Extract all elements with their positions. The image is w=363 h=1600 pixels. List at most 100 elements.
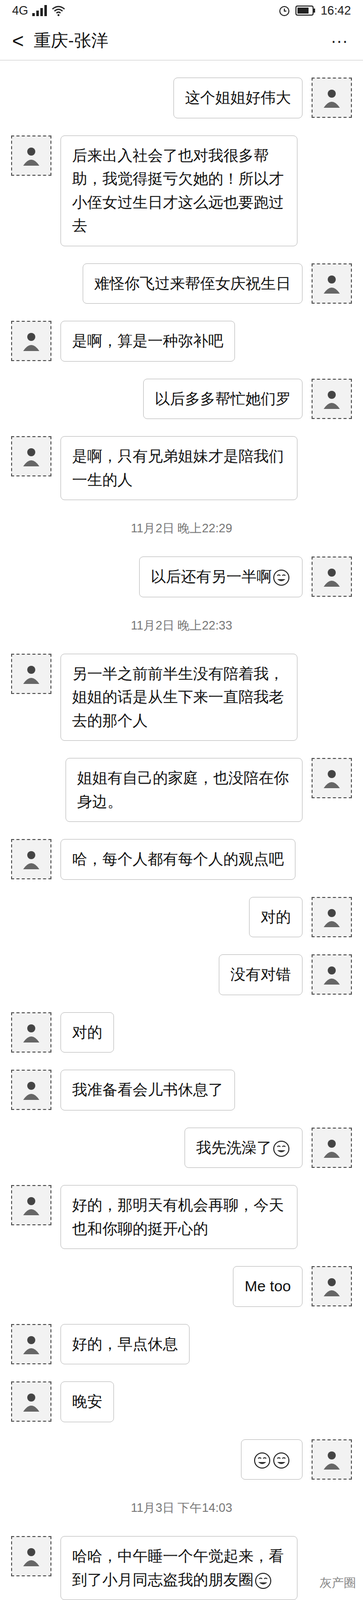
more-button[interactable]: ···	[327, 27, 351, 54]
emoji-icon	[253, 1453, 271, 1471]
message-row: 另一半之前前半生没有陪着我，姐姐的话是从生下来一直陪我老去的那个人	[0, 654, 363, 743]
signal-icon	[32, 5, 48, 17]
avatar-icon	[320, 964, 343, 987]
my-avatar[interactable]	[311, 955, 352, 996]
avatar-icon	[320, 566, 343, 589]
avatar-icon	[20, 1195, 43, 1218]
message-bubble[interactable]: 好的，早点休息	[60, 1325, 190, 1367]
emoji-icon	[272, 569, 290, 587]
avatar-icon	[20, 1334, 43, 1357]
my-avatar[interactable]	[311, 77, 352, 118]
message-bubble[interactable]: 我准备看会儿书休息了	[60, 1070, 235, 1112]
message-bubble[interactable]: 另一半之前前半生没有陪着我，姐姐的话是从生下来一直陪我老去的那个人	[60, 654, 298, 743]
avatar-icon	[20, 330, 43, 353]
message-row: 哈，每个人都有每个人的观点吧	[0, 839, 363, 881]
message-list: 这个姐姐好伟大后来出入社会了也对我很多帮助，我觉得挺亏欠她的！所以才小侄女过生日…	[0, 60, 363, 1600]
chat-title: 重庆-张洋	[33, 27, 108, 54]
avatar-icon	[20, 445, 43, 468]
message-bubble[interactable]: 好的，那明天有机会再聊，今天也和你聊的挺开心的	[60, 1186, 298, 1251]
avatar-icon	[320, 1276, 343, 1299]
contact-avatar[interactable]	[11, 1382, 52, 1424]
message-bubble[interactable]: 对的	[249, 897, 303, 939]
network-label: 4G	[12, 1, 29, 20]
avatar-icon	[20, 1022, 43, 1045]
message-bubble[interactable]: 没有对错	[218, 955, 303, 997]
timestamp: 11月2日 晚上22:29	[0, 517, 363, 540]
avatar-icon	[320, 388, 343, 411]
emoji-icon	[272, 1453, 290, 1471]
message-row: 以后多多帮忙她们罗	[0, 379, 363, 420]
my-avatar[interactable]	[311, 897, 352, 939]
contact-avatar[interactable]	[11, 1186, 52, 1227]
avatar-icon	[320, 272, 343, 295]
avatar-icon	[20, 1392, 43, 1415]
chat-header: < 重庆-张洋 ···	[0, 21, 363, 61]
avatar-icon	[20, 1079, 43, 1103]
contact-avatar[interactable]	[11, 1325, 52, 1366]
avatar-icon	[320, 906, 343, 930]
watermark: 灰产圈	[319, 1575, 356, 1594]
message-bubble[interactable]: 对的	[60, 1013, 114, 1055]
message-row: 姐姐有自己的家庭，也没陪在你身边。	[0, 758, 363, 823]
battery-icon	[295, 5, 316, 17]
message-bubble[interactable]: 哈，每个人都有每个人的观点吧	[60, 839, 296, 881]
message-row: 是啊，只有兄弟姐妹才是陪我们一生的人	[0, 436, 363, 501]
contact-avatar[interactable]	[11, 1070, 52, 1112]
avatar-icon	[320, 767, 343, 791]
chat-screen: 4G 16:42 < 重庆-张洋 ··· 这个姐姐好伟大后来出入社会了也对我很多帮助，我觉…	[0, 0, 363, 1600]
my-avatar[interactable]	[311, 1267, 352, 1308]
contact-avatar[interactable]	[11, 135, 52, 176]
wifi-icon	[51, 5, 66, 17]
back-button[interactable]: <	[12, 25, 24, 56]
message-row: 我准备看会儿书休息了	[0, 1070, 363, 1112]
contact-avatar[interactable]	[11, 839, 52, 881]
contact-avatar[interactable]	[11, 654, 52, 695]
contact-avatar[interactable]	[11, 321, 52, 362]
message-row: Me too	[0, 1267, 363, 1309]
message-bubble[interactable]: Me too	[232, 1267, 303, 1309]
timestamp: 11月2日 晚上22:33	[0, 615, 363, 638]
avatar-icon	[320, 1449, 343, 1473]
clock: 16:42	[320, 1, 351, 20]
avatar-icon	[20, 849, 43, 872]
message-row	[0, 1440, 363, 1482]
avatar-icon	[320, 86, 343, 109]
avatar-icon	[320, 1137, 343, 1161]
message-bubble[interactable]: 哈哈，中午睡一个午觉起来，看到了小月同志盗我的朋友圈	[60, 1537, 298, 1600]
avatar-icon	[20, 144, 43, 167]
message-row: 这个姐姐好伟大	[0, 77, 363, 119]
message-row: 对的	[0, 897, 363, 939]
avatar-icon	[20, 1546, 43, 1569]
message-row: 对的	[0, 1013, 363, 1055]
message-bubble[interactable]: 晚安	[60, 1382, 114, 1424]
alarm-icon	[278, 4, 291, 17]
message-bubble[interactable]: 以后多多帮忙她们罗	[143, 379, 303, 420]
message-bubble[interactable]: 难怪你飞过来帮侄女庆祝生日	[82, 263, 303, 305]
message-bubble[interactable]: 是啊，只有兄弟姐妹才是陪我们一生的人	[60, 436, 298, 501]
message-row: 我先洗澡了	[0, 1128, 363, 1170]
my-avatar[interactable]	[311, 263, 352, 305]
message-bubble[interactable]: 我先洗澡了	[184, 1128, 303, 1170]
contact-avatar[interactable]	[11, 436, 52, 477]
emoji-icon	[272, 1141, 290, 1159]
my-avatar[interactable]	[311, 557, 352, 598]
message-bubble[interactable]: 以后还有另一半啊	[139, 557, 303, 598]
message-bubble[interactable]: 这个姐姐好伟大	[173, 77, 303, 119]
message-bubble[interactable]	[240, 1440, 303, 1482]
my-avatar[interactable]	[311, 758, 352, 800]
message-row: 好的，那明天有机会再聊，今天也和你聊的挺开心的	[0, 1186, 363, 1251]
message-row: 是啊，算是一种弥补吧	[0, 321, 363, 362]
my-avatar[interactable]	[311, 1440, 352, 1482]
message-row: 后来出入社会了也对我很多帮助，我觉得挺亏欠她的！所以才小侄女过生日才这么远也要跑…	[0, 135, 363, 247]
message-bubble[interactable]: 后来出入社会了也对我很多帮助，我觉得挺亏欠她的！所以才小侄女过生日才这么远也要跑…	[60, 135, 298, 247]
my-avatar[interactable]	[311, 379, 352, 420]
contact-avatar[interactable]	[11, 1537, 52, 1579]
my-avatar[interactable]	[311, 1128, 352, 1170]
contact-avatar[interactable]	[11, 1013, 52, 1054]
avatar-icon	[20, 663, 43, 686]
message-bubble[interactable]: 姐姐有自己的家庭，也没陪在你身边。	[65, 758, 303, 823]
message-bubble[interactable]: 是啊，算是一种弥补吧	[60, 321, 235, 362]
message-row: 晚安	[0, 1382, 363, 1424]
timestamp: 11月3日 下午14:03	[0, 1498, 363, 1521]
message-row: 哈哈，中午睡一个午觉起来，看到了小月同志盗我的朋友圈	[0, 1537, 363, 1600]
